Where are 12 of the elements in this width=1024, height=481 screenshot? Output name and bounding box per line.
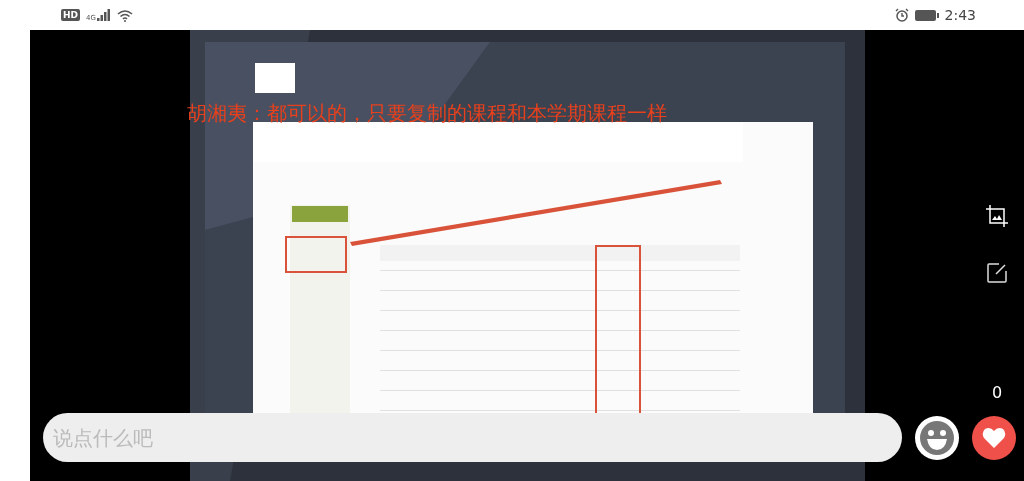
- smiley-icon: [919, 419, 955, 456]
- edit-icon[interactable]: [987, 263, 1007, 283]
- comment-message: 胡湘夷：都可以的，只要复制的课程和本学期课程一样: [187, 100, 667, 127]
- like-count: 0: [991, 383, 1003, 402]
- heart-icon: [982, 426, 1006, 449]
- battery-icon: [914, 9, 939, 21]
- wifi-icon: [116, 8, 133, 22]
- clock-time: 2:43: [944, 7, 976, 23]
- signal-icon: [96, 9, 111, 21]
- screenshot-icon[interactable]: [986, 205, 1008, 227]
- alarm-icon: [894, 8, 909, 22]
- hd-badge: HD: [61, 9, 80, 21]
